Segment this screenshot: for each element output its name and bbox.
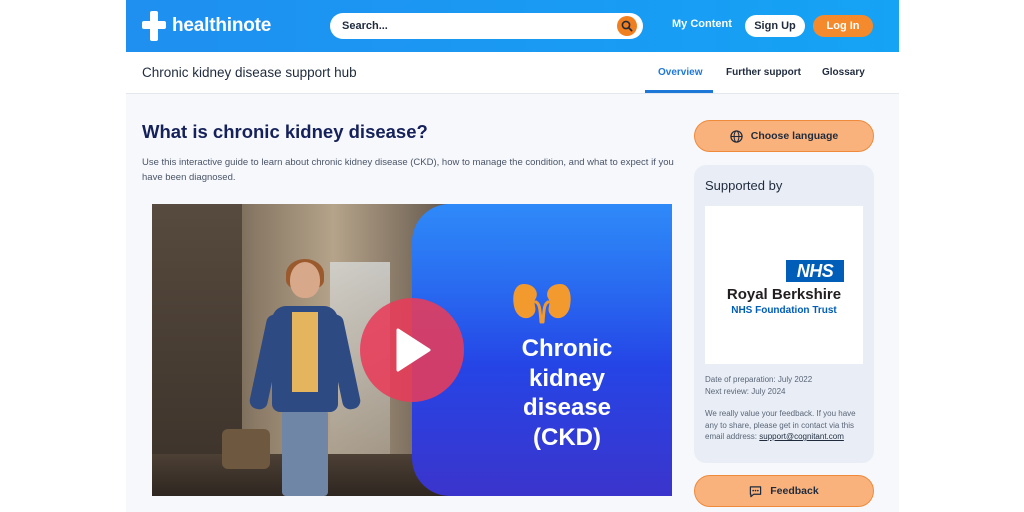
sign-up-button[interactable]: Sign Up: [745, 15, 805, 37]
logo[interactable]: healthinote: [142, 10, 271, 42]
search-icon: [621, 20, 633, 32]
intro-text: Use this interactive guide to learn abou…: [142, 157, 674, 183]
play-icon: [396, 328, 431, 372]
nhs-trust-subtitle: NHS Foundation Trust: [731, 305, 837, 316]
supported-by-card: Supported by NHS Royal Berkshire NHS Fou…: [694, 165, 874, 463]
next-review-date: Next review: July 2024: [705, 386, 786, 396]
review-dates: Date of preparation: July 2022 Next revi…: [705, 374, 867, 397]
supported-by-title: Supported by: [705, 178, 783, 193]
choose-language-button[interactable]: Choose language: [694, 120, 874, 152]
log-in-button[interactable]: Log In: [813, 15, 873, 37]
play-button[interactable]: [360, 298, 464, 402]
nhs-badge: NHS: [786, 260, 844, 282]
globe-icon: [730, 129, 743, 143]
active-tab-indicator: [645, 90, 713, 93]
feedback-icon: [750, 485, 762, 497]
logo-text: healthinote: [172, 15, 272, 36]
logo-cross-icon: [142, 11, 166, 41]
tab-further-support[interactable]: Further support: [726, 67, 801, 78]
top-bar: healthinote My Content Sign Up Log In: [126, 0, 899, 52]
presenter-figure: [248, 259, 362, 496]
tab-glossary[interactable]: Glossary: [822, 67, 865, 78]
tab-overview[interactable]: Overview: [658, 67, 702, 78]
video-title: Chronic kidney disease (CKD): [521, 335, 613, 451]
page: healthinote My Content Sign Up Log In Ch…: [126, 0, 899, 512]
hub-subnav: Chronic kidney disease support hub Overv…: [126, 52, 899, 94]
nhs-logo: NHS Royal Berkshire NHS Foundation Trust: [705, 206, 863, 364]
feedback-button[interactable]: Feedback: [694, 475, 874, 507]
page-heading: What is chronic kidney disease?: [142, 121, 428, 142]
choose-language-label: Choose language: [750, 130, 839, 142]
search-input[interactable]: [342, 20, 602, 32]
search-bar[interactable]: [330, 13, 643, 39]
support-email-link[interactable]: support@cognitant.com: [759, 432, 844, 441]
feedback-message: We really value your feedback. If you ha…: [705, 408, 867, 443]
search-button[interactable]: [617, 16, 637, 36]
nhs-trust-name: Royal Berkshire: [726, 286, 842, 303]
video-player[interactable]: Chronic kidney disease (CKD): [152, 204, 672, 496]
hub-title: Chronic kidney disease support hub: [142, 65, 357, 80]
my-content-link[interactable]: My Content: [672, 18, 732, 30]
date-of-preparation: Date of preparation: July 2022: [705, 375, 813, 384]
kidneys-icon: [513, 284, 571, 324]
feedback-label: Feedback: [770, 485, 819, 497]
